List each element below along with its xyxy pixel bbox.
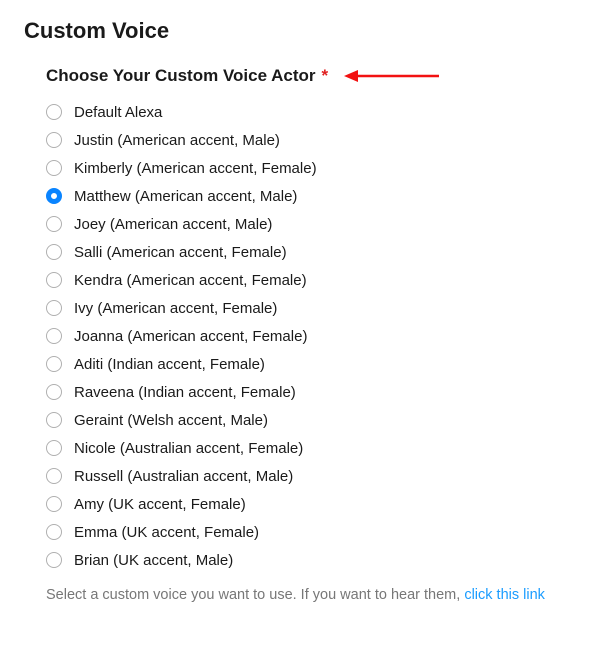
voice-option[interactable]: Amy (UK accent, Female) [46, 490, 576, 518]
voice-label: Kendra (American accent, Female) [74, 272, 307, 289]
voice-label: Emma (UK accent, Female) [74, 524, 259, 541]
required-indicator-icon: * [322, 66, 329, 86]
radio-icon [46, 524, 62, 540]
voice-label: Kimberly (American accent, Female) [74, 160, 317, 177]
voice-label: Justin (American accent, Male) [74, 132, 280, 149]
radio-icon [46, 216, 62, 232]
radio-icon [46, 104, 62, 120]
voice-option[interactable]: Raveena (Indian accent, Female) [46, 378, 576, 406]
section-title-row: Choose Your Custom Voice Actor * [46, 66, 576, 86]
voice-option[interactable]: Salli (American accent, Female) [46, 238, 576, 266]
voice-option[interactable]: Nicole (Australian accent, Female) [46, 434, 576, 462]
annotation-arrow-icon [344, 69, 439, 83]
voice-option[interactable]: Kendra (American accent, Female) [46, 266, 576, 294]
radio-icon [46, 384, 62, 400]
voice-option[interactable]: Justin (American accent, Male) [46, 126, 576, 154]
radio-icon [46, 440, 62, 456]
voice-label: Brian (UK accent, Male) [74, 552, 233, 569]
radio-icon [46, 468, 62, 484]
voice-option[interactable]: Brian (UK accent, Male) [46, 546, 576, 574]
radio-icon [46, 356, 62, 372]
radio-icon [46, 300, 62, 316]
voice-option[interactable]: Russell (Australian accent, Male) [46, 462, 576, 490]
section-title: Choose Your Custom Voice Actor [46, 66, 316, 86]
voice-label: Nicole (Australian accent, Female) [74, 440, 303, 457]
radio-icon [46, 272, 62, 288]
radio-icon [46, 132, 62, 148]
voice-option[interactable]: Matthew (American accent, Male) [46, 182, 576, 210]
hint-prefix: Select a custom voice you want to use. I… [46, 587, 464, 603]
radio-icon [46, 328, 62, 344]
voice-option[interactable]: Aditi (Indian accent, Female) [46, 350, 576, 378]
voice-option[interactable]: Ivy (American accent, Female) [46, 294, 576, 322]
radio-icon [46, 412, 62, 428]
voice-label: Russell (Australian accent, Male) [74, 468, 293, 485]
radio-icon [46, 244, 62, 260]
voice-label: Ivy (American accent, Female) [74, 300, 277, 317]
voice-option[interactable]: Geraint (Welsh accent, Male) [46, 406, 576, 434]
voice-label: Salli (American accent, Female) [74, 244, 287, 261]
listen-link[interactable]: click this link [464, 587, 545, 603]
voice-hint-text: Select a custom voice you want to use. I… [46, 582, 576, 609]
radio-icon [46, 160, 62, 176]
page-title: Custom Voice [24, 18, 576, 44]
voice-option[interactable]: Kimberly (American accent, Female) [46, 154, 576, 182]
radio-icon [46, 552, 62, 568]
voice-option[interactable]: Default Alexa [46, 98, 576, 126]
voice-option[interactable]: Joanna (American accent, Female) [46, 322, 576, 350]
voice-label: Amy (UK accent, Female) [74, 496, 246, 513]
radio-icon [46, 496, 62, 512]
voice-radio-group: Default Alexa Justin (American accent, Ma… [46, 98, 576, 574]
voice-label: Joey (American accent, Male) [74, 216, 272, 233]
radio-icon [46, 188, 62, 204]
voice-label: Geraint (Welsh accent, Male) [74, 412, 268, 429]
voice-label: Matthew (American accent, Male) [74, 188, 297, 205]
voice-option[interactable]: Joey (American accent, Male) [46, 210, 576, 238]
voice-option[interactable]: Emma (UK accent, Female) [46, 518, 576, 546]
custom-voice-section: Choose Your Custom Voice Actor * Default… [24, 66, 576, 609]
voice-label: Default Alexa [74, 104, 162, 121]
voice-label: Aditi (Indian accent, Female) [74, 356, 265, 373]
voice-label: Raveena (Indian accent, Female) [74, 384, 296, 401]
voice-label: Joanna (American accent, Female) [74, 328, 307, 345]
